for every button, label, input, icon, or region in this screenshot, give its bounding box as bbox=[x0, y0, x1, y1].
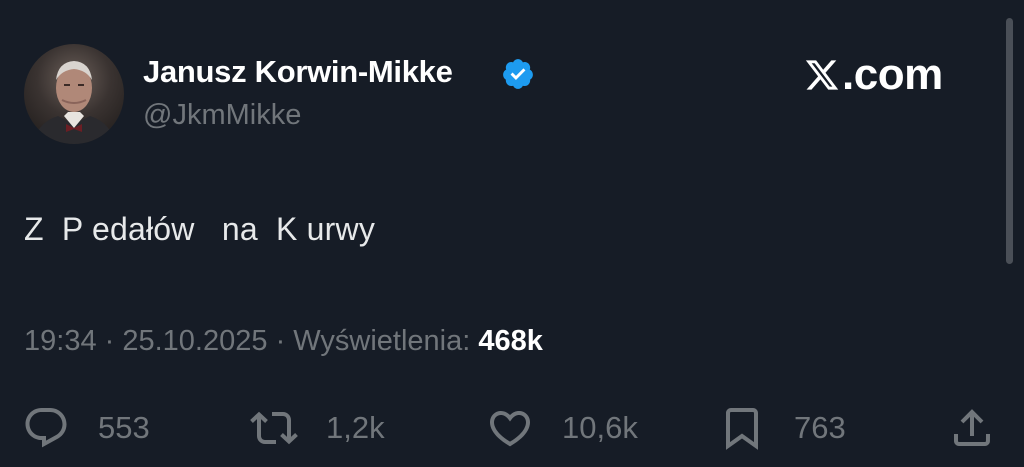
verified-badge-icon bbox=[503, 59, 533, 89]
reply-icon bbox=[25, 408, 67, 448]
author-handle[interactable]: @JkmMikke bbox=[143, 99, 301, 132]
heart-icon bbox=[489, 411, 531, 447]
tweet-date[interactable]: 25.10.2025 bbox=[122, 325, 267, 357]
bookmark-icon bbox=[726, 408, 758, 450]
tweet-meta: 19:34 · 25.10.2025 · Wyświetlenia: 468k bbox=[24, 325, 543, 358]
x-logo-icon bbox=[805, 60, 839, 90]
scrollbar[interactable] bbox=[1006, 18, 1013, 264]
avatar[interactable] bbox=[24, 44, 124, 144]
like-button[interactable]: 10,6k bbox=[486, 400, 638, 456]
share-button[interactable] bbox=[948, 400, 996, 456]
reply-button[interactable]: 553 bbox=[22, 400, 150, 456]
reply-count: 553 bbox=[98, 410, 150, 445]
avatar-portrait bbox=[32, 61, 116, 144]
like-count: 10,6k bbox=[562, 410, 638, 445]
brand-logo[interactable]: .com bbox=[804, 52, 943, 98]
tweet-time[interactable]: 19:34 bbox=[24, 325, 97, 357]
bookmark-button[interactable]: 763 bbox=[718, 400, 846, 456]
meta-separator: · bbox=[267, 325, 294, 357]
tweet-text: Z P edałów na K urwy bbox=[24, 211, 376, 247]
meta-separator: · bbox=[96, 325, 123, 357]
author-display-name[interactable]: Janusz Korwin-Mikke bbox=[143, 54, 453, 90]
retweet-icon bbox=[250, 411, 298, 445]
views-count: 468k bbox=[478, 325, 543, 357]
retweet-count: 1,2k bbox=[326, 410, 385, 445]
share-icon bbox=[954, 409, 990, 446]
brand-text: .com bbox=[842, 50, 943, 99]
retweet-button[interactable]: 1,2k bbox=[250, 400, 385, 456]
action-bar: 553 1,2k 10,6k 763 bbox=[0, 400, 1024, 456]
views-label: Wyświetlenia: bbox=[293, 325, 479, 357]
bookmark-count: 763 bbox=[794, 410, 846, 445]
